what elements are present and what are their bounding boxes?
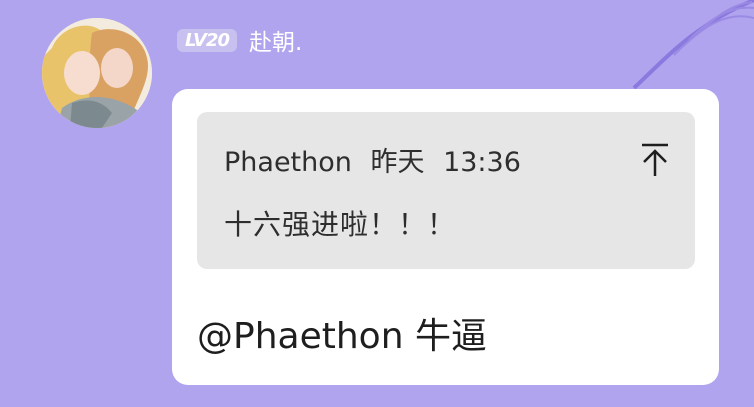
message-bubble[interactable]: Phaethon 昨天 13:36 十六强进啦！！！ @Phaethon 牛逼 bbox=[172, 89, 719, 385]
feather-icon bbox=[632, 0, 754, 90]
avatar-illustration bbox=[42, 18, 152, 128]
reply-text: @Phaethon 牛逼 bbox=[197, 316, 487, 357]
quote-time: 13:36 bbox=[443, 147, 521, 178]
quote-author: Phaethon bbox=[224, 147, 352, 178]
quote-day: 昨天 bbox=[370, 147, 425, 178]
quote-header: Phaethon 昨天 13:36 bbox=[224, 140, 670, 179]
quote-text: 十六强进啦！！！ bbox=[224, 208, 457, 241]
jump-to-top-icon[interactable] bbox=[640, 142, 670, 178]
sender-name[interactable]: 赴朝. bbox=[249, 23, 302, 57]
sender-header: LV20 赴朝. bbox=[177, 24, 302, 56]
avatar[interactable] bbox=[42, 18, 152, 128]
quoted-message[interactable]: Phaethon 昨天 13:36 十六强进啦！！！ bbox=[197, 112, 695, 269]
quote-meta: Phaethon 昨天 13:36 bbox=[224, 140, 521, 179]
level-badge: LV20 bbox=[177, 28, 237, 52]
